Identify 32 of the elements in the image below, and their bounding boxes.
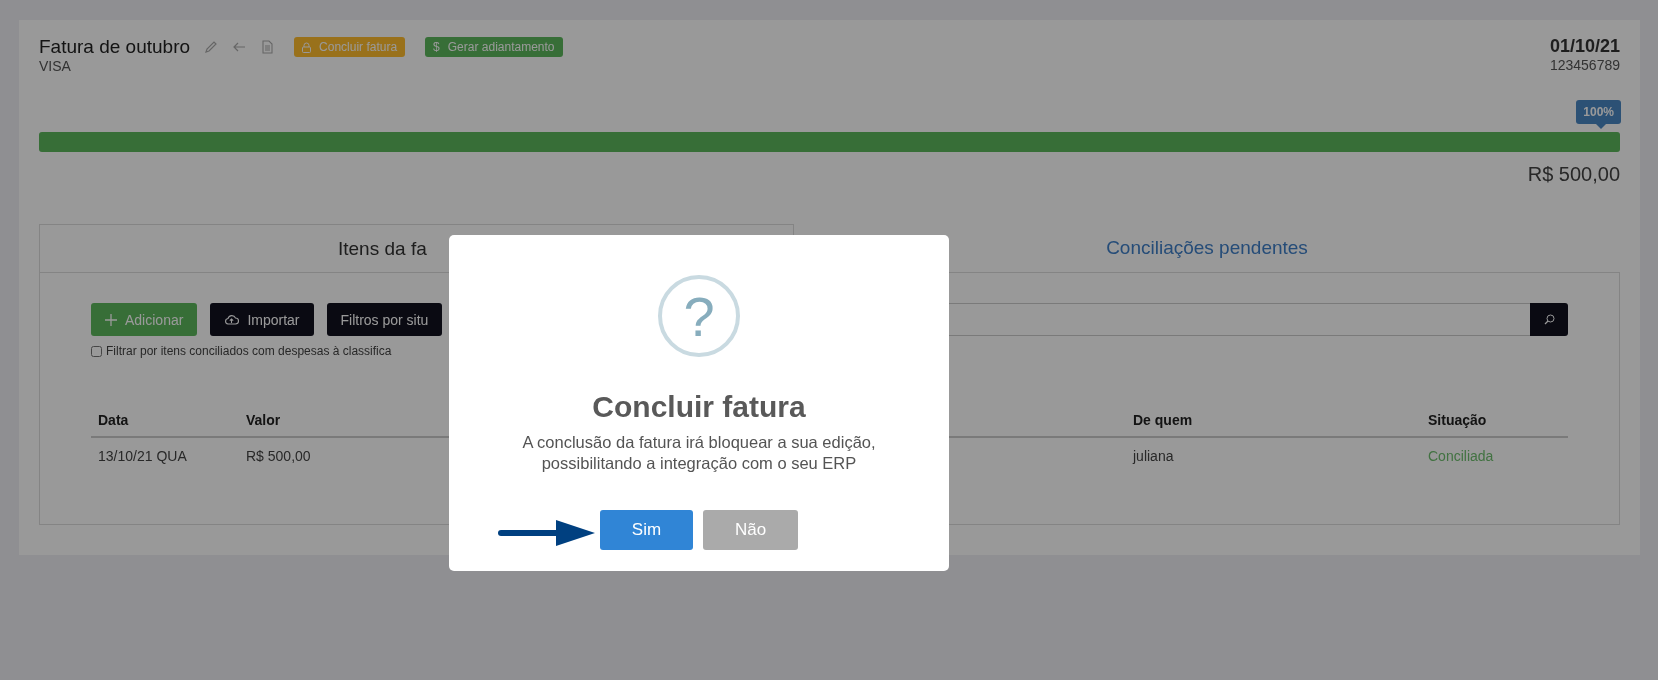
invoice-amount: R$ 500,00 [1527,163,1620,186]
search-button[interactable] [1530,303,1568,336]
action-button[interactable]: Concluir fatura [294,37,406,57]
column-header: Situação [1421,404,1568,437]
add-button[interactable]: Adicionar [91,303,198,336]
table-cell: 13/10/21 QUA [98,448,187,464]
search-icon [1543,314,1555,325]
question-icon: ? [658,275,740,357]
column-header: De quem [1126,404,1421,437]
pencil-icon[interactable] [204,40,219,54]
filter-checkbox[interactable] [91,345,102,357]
confirm-button[interactable]: Sim [600,510,693,550]
invoice-date: 01/10/21 [1549,36,1620,57]
column-header: Data [91,404,239,437]
cancel-button[interactable]: Não [703,510,798,550]
cloud-upload-icon [224,314,240,325]
action-button[interactable]: $ Gerar adiantamento [425,37,563,57]
checkbox-label: Filtrar por itens conciliados com despesas à classifica [106,344,392,358]
filter-button[interactable]: Filtros por situ [326,303,443,336]
invoice-number: 123456789 [1549,57,1620,73]
document-icon[interactable] [260,40,275,54]
dollar-icon: $ [433,40,440,54]
card-brand: VISA [39,58,72,74]
arrow-left-icon[interactable] [232,40,247,54]
progress-tooltip: 100% [1576,100,1621,129]
invoice-title: Fatura de outubro [39,36,191,58]
table-cell: juliana [1133,448,1174,464]
table-cell: R$ 500,00 [246,448,311,464]
table-cell: Conciliada [1428,448,1494,464]
import-button[interactable]: Importar [210,303,314,336]
plus-icon [105,313,117,326]
lock-icon [302,41,312,53]
